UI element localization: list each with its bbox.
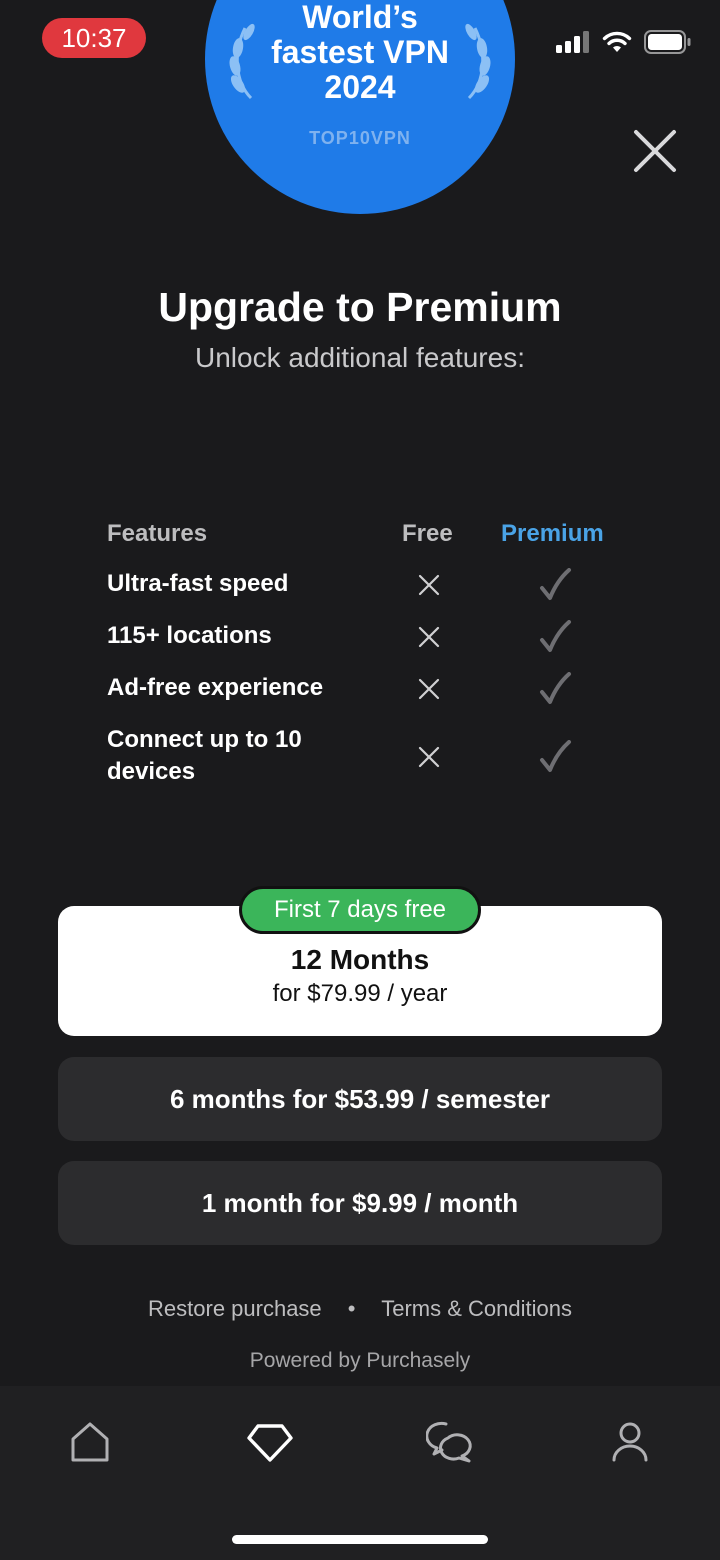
- powered-by: Powered by Purchasely: [249, 1349, 471, 1372]
- restore-purchase-link[interactable]: Restore purchase: [148, 1296, 322, 1321]
- checkmark-icon: [540, 620, 571, 652]
- checkmark-icon: [540, 740, 571, 772]
- footer-links: Restore purchase • Terms & Conditions: [0, 1296, 720, 1322]
- features-header: Features: [107, 520, 208, 547]
- home-indicator[interactable]: [232, 1535, 488, 1544]
- feature-label: Connect up to 10 devices: [107, 726, 302, 785]
- feature-label: Ultra-fast speed: [107, 570, 289, 597]
- status-icons: [556, 30, 692, 54]
- badge-line-2: fastest VPN: [271, 34, 449, 70]
- bottom-nav: [0, 1386, 720, 1560]
- cross-icon: [418, 626, 440, 648]
- terms-link[interactable]: Terms & Conditions: [381, 1296, 572, 1321]
- chat-icon[interactable]: [426, 1418, 474, 1466]
- trial-badge: First 7 days free: [239, 886, 481, 934]
- cross-icon: [418, 678, 440, 700]
- diamond-icon[interactable]: [246, 1418, 294, 1466]
- badge-title: World’s fastest VPN 2024: [205, 0, 515, 105]
- home-icon[interactable]: [66, 1418, 114, 1466]
- close-icon[interactable]: [630, 126, 680, 176]
- checkmark-icon: [540, 568, 571, 600]
- cross-icon: [418, 574, 440, 596]
- checkmark-icon: [540, 672, 571, 704]
- wifi-icon: [602, 31, 632, 52]
- page-subtitle: Unlock additional features:: [195, 342, 525, 373]
- plan-price: for $79.99 / year: [272, 980, 448, 1007]
- plan-1-month[interactable]: 1 month for $9.99 / month: [58, 1161, 662, 1245]
- free-header: Free: [402, 520, 453, 547]
- feature-label: 115+ locations: [107, 622, 272, 649]
- plan-title: 12 Months: [290, 944, 430, 975]
- page-title: Upgrade to Premium: [158, 284, 562, 330]
- signal-icon: [556, 31, 589, 53]
- status-time: 10:37: [42, 18, 146, 58]
- badge-line-3: 2024: [324, 69, 396, 105]
- cross-icon: [418, 746, 440, 768]
- badge-source: TOP10VPN: [309, 128, 411, 148]
- profile-icon[interactable]: [606, 1418, 654, 1466]
- award-badge: World’s fastest VPN 2024 TOP10VPN: [205, 0, 515, 214]
- badge-line-1: World’s: [302, 0, 418, 35]
- battery-icon: [644, 30, 691, 54]
- plan-6-months[interactable]: 6 months for $53.99 / semester: [58, 1057, 662, 1141]
- footer-separator: •: [347, 1296, 356, 1321]
- premium-header: Premium: [501, 520, 604, 547]
- feature-label: Ad-free experience: [107, 674, 324, 701]
